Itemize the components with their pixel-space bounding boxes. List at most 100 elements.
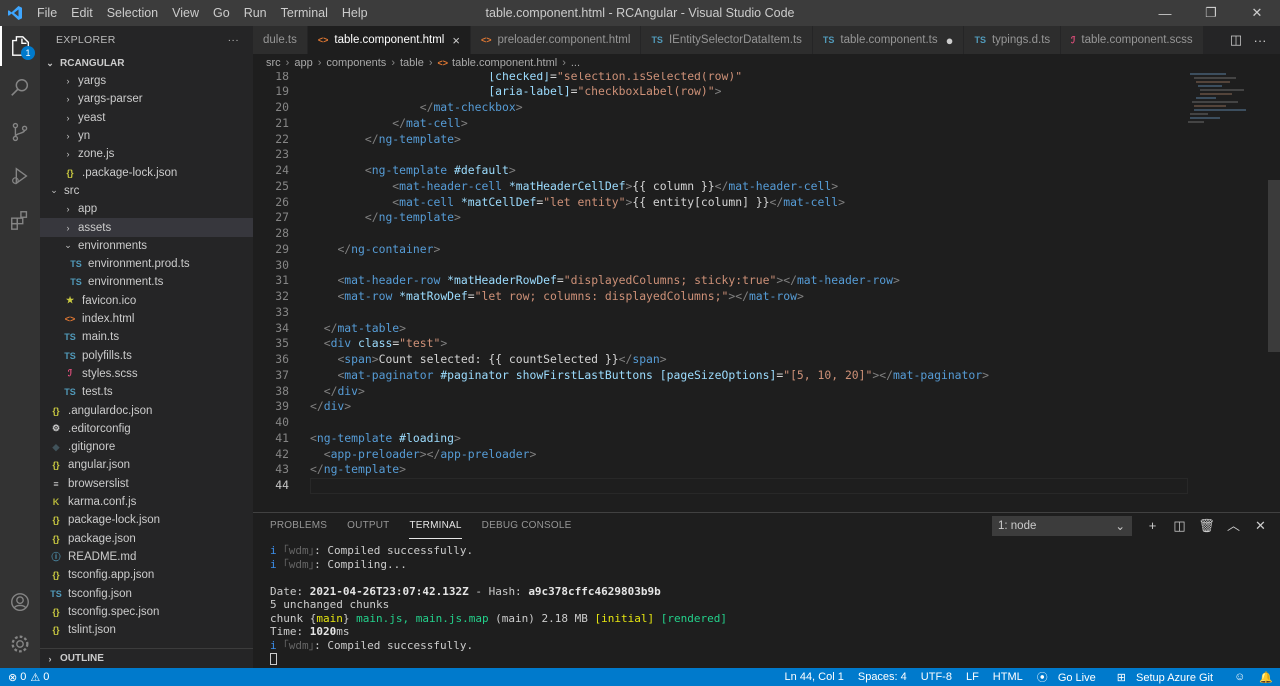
indentation[interactable]: Spaces: 4 — [851, 671, 914, 683]
tree-item[interactable]: {} tslint.json — [40, 621, 253, 639]
explorer-icon[interactable]: 1 — [0, 26, 40, 66]
breadcrumb-item[interactable]: table.component.html — [452, 57, 557, 69]
tree-item[interactable]: › assets — [40, 218, 253, 237]
menu-item-terminal[interactable]: Terminal — [274, 0, 335, 26]
encoding[interactable]: UTF-8 — [914, 671, 959, 683]
more-actions-icon[interactable]: ··· — [228, 34, 239, 46]
tab-typings-d-ts[interactable]: TS typings.d.ts — [964, 26, 1062, 54]
tree-item[interactable]: ⓘ README.md — [40, 548, 253, 566]
tab-dule-ts[interactable]: dule.ts — [253, 26, 308, 54]
tab-table-component-ts[interactable]: TS table.component.ts ● — [812, 26, 965, 54]
tree-item[interactable]: › yargs — [40, 72, 253, 90]
notifications-icon[interactable]: 🔔 — [1252, 671, 1280, 684]
split-terminal-icon[interactable]: ◫ — [1166, 516, 1193, 536]
code-editor[interactable]: 18 [checked]="selection.isSelected(row)"… — [253, 72, 1280, 512]
panel-tab-problems[interactable]: PROBLEMS — [270, 513, 327, 539]
breadcrumb-item[interactable]: src — [266, 57, 281, 69]
panel-tab-output[interactable]: OUTPUT — [347, 513, 389, 539]
tree-item[interactable]: TS environment.prod.ts — [40, 255, 253, 273]
tree-item[interactable]: TS test.ts — [40, 383, 253, 401]
menu-item-edit[interactable]: Edit — [64, 0, 100, 26]
tree-item[interactable]: ⌄ src — [40, 182, 253, 200]
tree-item[interactable]: Kkarma.conf.js — [40, 493, 253, 511]
maximize-panel-icon[interactable]: ︿ — [1220, 516, 1247, 536]
tree-item[interactable]: ⌄ environments — [40, 237, 253, 255]
search-icon[interactable] — [0, 68, 40, 108]
panel-tab-debug-console[interactable]: DEBUG CONSOLE — [482, 513, 572, 539]
error-count[interactable]: 0 — [20, 671, 26, 683]
panel-tab-terminal[interactable]: TERMINAL — [409, 513, 462, 539]
tree-item[interactable]: ★ favicon.ico — [40, 292, 253, 310]
menu-item-help[interactable]: Help — [335, 0, 375, 26]
cursor-position[interactable]: Ln 44, Col 1 — [778, 671, 851, 683]
project-section[interactable]: ⌄ RCANGULAR — [40, 54, 253, 72]
azure-git-button[interactable]: ⊞ Setup Azure Git — [1110, 671, 1227, 684]
tree-item[interactable]: ⚙ .editorconfig — [40, 420, 253, 438]
tree-item[interactable]: ≡ browserslist — [40, 475, 253, 493]
feedback-icon[interactable]: ☺ — [1227, 671, 1252, 683]
errors-icon[interactable]: ⊗ — [8, 671, 17, 684]
tree-item[interactable]: {} package-lock.json — [40, 511, 253, 529]
tree-item[interactable]: › zone.js — [40, 145, 253, 163]
line-ending[interactable]: LF — [959, 671, 986, 683]
editor-scrollbar[interactable] — [1268, 180, 1280, 352]
split-editor-icon[interactable]: ◫ — [1224, 32, 1248, 48]
tree-item[interactable]: {} .angulardoc.json — [40, 401, 253, 419]
kill-terminal-icon[interactable]: 🗑 — [1193, 516, 1220, 536]
tab-table-component-html[interactable]: <> table.component.html × — [307, 26, 471, 54]
minimize-icon[interactable]: — — [1142, 0, 1188, 26]
menu-item-selection[interactable]: Selection — [100, 0, 165, 26]
tree-item-label: angular.json — [68, 459, 131, 472]
tree-item[interactable]: TS polyfills.ts — [40, 347, 253, 365]
language-mode[interactable]: HTML — [986, 671, 1030, 683]
tree-item[interactable]: › yeast — [40, 109, 253, 127]
source-control-icon[interactable] — [0, 112, 40, 152]
tree-item[interactable]: › app — [40, 200, 253, 218]
extensions-icon[interactable] — [0, 200, 40, 240]
minimap[interactable] — [1186, 72, 1266, 132]
menu-item-view[interactable]: View — [165, 0, 206, 26]
tab-table-component-scss[interactable]: ℐtable.component.scss — [1061, 26, 1204, 54]
tree-item[interactable]: ◆ .gitignore — [40, 438, 253, 456]
tree-item[interactable]: {} package.json — [40, 530, 253, 548]
tree-item[interactable]: TS tsconfig.json — [40, 584, 253, 602]
tree-item[interactable]: TS environment.ts — [40, 273, 253, 291]
tree-item[interactable]: {} angular.json — [40, 456, 253, 474]
close-tab-icon[interactable]: × — [452, 33, 460, 48]
menu-item-go[interactable]: Go — [206, 0, 237, 26]
tree-item[interactable]: {} .package-lock.json — [40, 164, 253, 182]
more-actions-icon[interactable]: ··· — [1248, 33, 1272, 48]
tree-item[interactable]: {} tsconfig.spec.json — [40, 603, 253, 621]
close-panel-icon[interactable]: ✕ — [1247, 516, 1274, 536]
tree-item[interactable]: › yn — [40, 127, 253, 145]
new-terminal-icon[interactable]: + — [1139, 516, 1166, 536]
outline-section[interactable]: › OUTLINE — [40, 648, 253, 668]
breadcrumb-item[interactable]: app — [294, 57, 312, 69]
menu-item-run[interactable]: Run — [237, 0, 274, 26]
tab-actions: ◫ ··· — [1224, 26, 1280, 54]
tree-item[interactable]: TS main.ts — [40, 328, 253, 346]
warning-count[interactable]: 0 — [43, 671, 49, 683]
terminal-prompt[interactable] — [270, 652, 727, 666]
terminal-output[interactable]: i ｢wdm｣: Compiled successfully. i ｢wdm｣: … — [270, 544, 727, 666]
close-window-icon[interactable]: ✕ — [1234, 0, 1280, 26]
menu-item-file[interactable]: File — [30, 0, 64, 26]
go-live-button[interactable]: ⦿ Go Live — [1030, 669, 1110, 685]
breadcrumb-item[interactable]: components — [326, 57, 386, 69]
tree-item[interactable]: {} tsconfig.app.json — [40, 566, 253, 584]
tree-item[interactable]: <> index.html — [40, 310, 253, 328]
accounts-icon[interactable] — [0, 582, 40, 622]
tab-ientityselectordataitem-ts[interactable]: TS IEntitySelectorDataItem.ts — [641, 26, 813, 54]
terminal-select[interactable]: 1: node ⌄ — [992, 516, 1132, 536]
tree-item[interactable]: › yargs-parser — [40, 90, 253, 108]
line-number: 34 — [275, 320, 289, 335]
warnings-icon[interactable]: ⚠ — [30, 671, 40, 684]
tree-item[interactable]: ℐstyles.scss — [40, 365, 253, 383]
settings-gear-icon[interactable] — [0, 624, 40, 664]
tab-preloader-component-html[interactable]: <> preloader.component.html — [470, 26, 642, 54]
unsaved-dot-icon[interactable]: ● — [946, 33, 954, 48]
breadcrumb-item[interactable]: ... — [571, 57, 580, 69]
restore-icon[interactable]: ❐ — [1188, 0, 1234, 26]
breadcrumb-item[interactable]: table — [400, 57, 424, 69]
run-debug-icon[interactable] — [0, 156, 40, 196]
